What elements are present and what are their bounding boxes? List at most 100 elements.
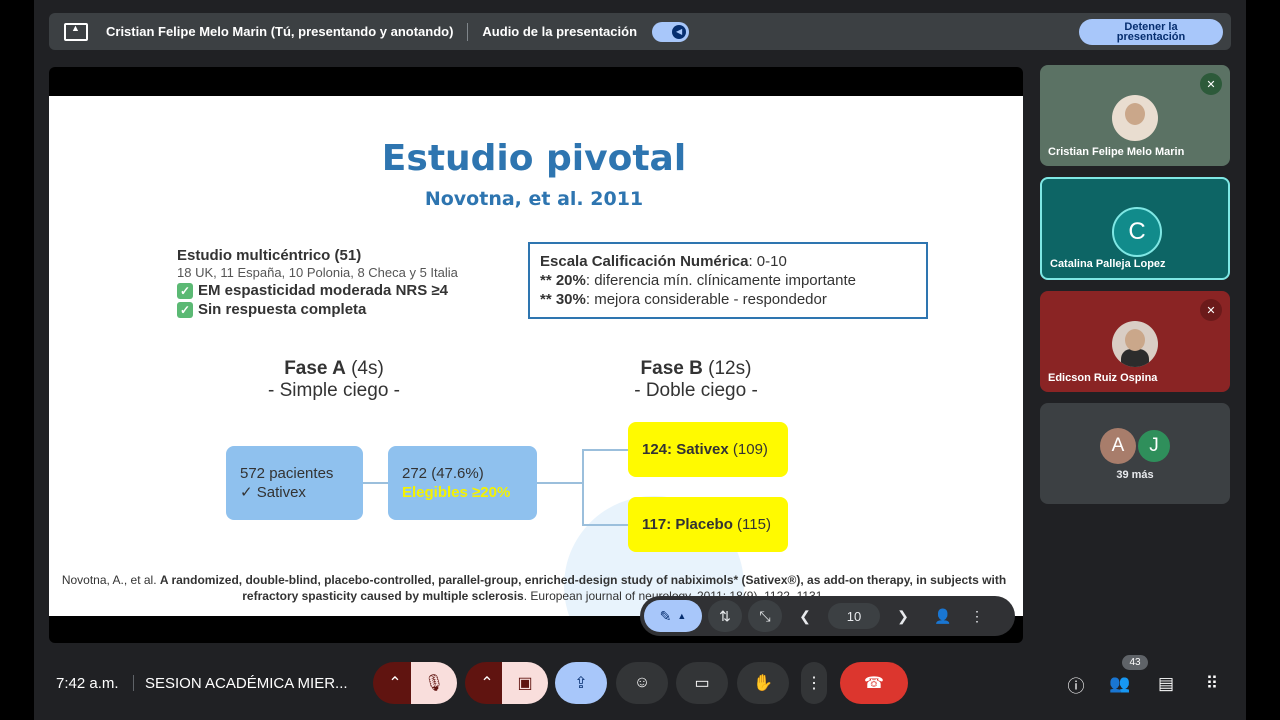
more-vert-icon: ⋮	[970, 607, 984, 624]
placebo-count: 117: Placebo	[642, 516, 733, 533]
scale-title: Escala Calificación Numérica: 0-10	[540, 252, 916, 271]
people-count-badge: 43	[1122, 655, 1148, 670]
chat-button[interactable]: ▤	[1154, 672, 1178, 696]
phase-b-heading: Fase B (12s) - Doble ciego -	[596, 358, 796, 402]
chevron-up-icon: ⌃	[480, 675, 494, 692]
info-icon: ⓘ	[1067, 676, 1085, 696]
activities-button[interactable]: ⠿	[1200, 672, 1224, 696]
presentation-stage: Estudio pivotal Novotna, et al. 2011 Est…	[49, 67, 1023, 643]
call-end-icon: ☎	[864, 675, 884, 692]
check-icon: ✓	[177, 301, 193, 318]
connector-line	[582, 524, 628, 526]
phase-a-title: Fase A (4s)	[234, 358, 434, 380]
people-icon: 👥	[1109, 674, 1131, 693]
scale-title-bold: Escala Calificación Numérica	[540, 253, 749, 270]
criterion-label: Sin respuesta completa	[198, 301, 367, 318]
leave-call-button[interactable]: ☎	[840, 662, 908, 704]
more-options-button[interactable]: ⋮	[801, 662, 827, 704]
phase-b-type: - Doble ciego -	[634, 380, 758, 401]
emoji-icon: ☺	[633, 674, 651, 691]
participant-tile[interactable]: ✕ Edicson Ruiz Ospina	[1040, 291, 1230, 392]
phase-a-name: Fase A	[284, 358, 346, 379]
scale-line-bold: ** 20%	[540, 272, 586, 289]
mic-off-icon: ✕	[1200, 299, 1222, 321]
participant-name: Cristian Felipe Melo Marin	[1048, 146, 1185, 158]
scale-line-rest: : diferencia mín. clínicamente important…	[585, 272, 856, 289]
presentation-audio-toggle[interactable]: ◀	[652, 21, 690, 42]
raise-hand-button[interactable]: ✋	[737, 662, 789, 704]
multicenter-title: Estudio multicéntrico (51)	[177, 247, 362, 264]
sativex-completed: (109)	[728, 441, 768, 458]
clock: 7:42 a.m.	[56, 675, 119, 692]
citation-authors: Novotna, A., et al.	[61, 573, 160, 587]
person-add-icon: 👤	[934, 607, 952, 624]
placebo-completed: (115)	[732, 516, 771, 533]
slide-more-options-button[interactable]: ⋮	[966, 600, 988, 632]
slide: Estudio pivotal Novotna, et al. 2011 Est…	[49, 96, 1023, 616]
slide-title: Estudio pivotal	[381, 138, 687, 179]
reactions-button[interactable]: ☺	[616, 662, 668, 704]
people-button[interactable]: 👥	[1108, 672, 1132, 696]
annotate-pen-button[interactable]: ✎ ▲	[644, 600, 702, 632]
avatar	[1112, 321, 1158, 367]
captions-button[interactable]: ▭	[676, 662, 728, 704]
meet-window: Cristian Felipe Melo Marin (Tú, presenta…	[34, 0, 1246, 720]
captions-icon: ▭	[694, 675, 710, 692]
phase-b-name: Fase B	[640, 358, 703, 379]
presenter-name: Cristian Felipe Melo Marin (Tú, presenta…	[106, 24, 454, 39]
participant-name: Edicson Ruiz Ospina	[1048, 372, 1158, 384]
mic-off-icon: ✕	[1200, 73, 1222, 95]
chevron-right-icon: ❯	[897, 607, 909, 624]
patients-treatment: ✓ Sativex	[240, 484, 306, 501]
connector-line	[582, 449, 628, 451]
present-now-button[interactable]: ⇪	[555, 662, 607, 704]
caret-up-icon: ▲	[677, 611, 687, 621]
avatar: C	[1112, 207, 1162, 257]
participant-tile-active-speaker[interactable]: C Catalina Palleja Lopez	[1040, 177, 1230, 280]
phase-b-title: Fase B (12s)	[596, 358, 796, 380]
camera-button[interactable]: ▣	[502, 662, 548, 704]
apps-grid-icon: ⠿	[1205, 674, 1219, 693]
divider	[133, 675, 134, 691]
presentation-audio-label: Audio de la presentación	[482, 24, 638, 39]
slide-subtitle: Novotna, et al. 2011	[424, 188, 644, 210]
phase-a-duration: (4s)	[345, 358, 384, 379]
next-slide-button[interactable]: ❯	[886, 600, 920, 632]
present-screen-icon	[64, 22, 88, 41]
patients-count: 572 pacientes	[240, 465, 334, 482]
patients-box: 572 pacientes ✓ Sativex	[226, 446, 363, 520]
presenting-bar: Cristian Felipe Melo Marin (Tú, presenta…	[49, 13, 1231, 50]
criterion-item: ✓ Sin respuesta completa	[177, 301, 458, 318]
minimize-button[interactable]: ⤡	[748, 600, 782, 632]
connector-line	[363, 482, 388, 484]
phase-a-type: - Simple ciego -	[268, 380, 400, 401]
avatar: A	[1100, 428, 1136, 464]
add-person-button[interactable]: 👤	[926, 600, 960, 632]
chat-icon: ▤	[1157, 674, 1175, 693]
check-icon: ✓	[177, 282, 193, 299]
avatar	[1112, 95, 1158, 141]
phase-a-heading: Fase A (4s) - Simple ciego -	[234, 358, 434, 402]
more-vert-icon: ⋮	[806, 675, 822, 692]
criterion-label: EM espasticidad moderada NRS ≥4	[198, 282, 448, 299]
previous-slide-button[interactable]: ❮	[788, 600, 822, 632]
participant-tile[interactable]: ✕ Cristian Felipe Melo Marin	[1040, 65, 1230, 166]
avatar: J	[1136, 428, 1172, 464]
scale-box: Escala Calificación Numérica: 0-10 ** 20…	[528, 242, 928, 319]
sativex-label: 124: Sativex (109)	[642, 440, 774, 459]
volume-icon: ◀	[672, 24, 687, 39]
phase-b-duration: (12s)	[702, 358, 752, 379]
sativex-box: 124: Sativex (109)	[628, 422, 788, 477]
microphone-button[interactable]: 🎙	[411, 662, 457, 704]
swap-layout-button[interactable]: ⇅	[708, 600, 742, 632]
mic-off-icon: 🎙	[423, 675, 445, 692]
pen-icon: ✎	[659, 607, 672, 624]
videocam-off-icon: ▣	[517, 675, 533, 692]
participant-name: Catalina Palleja Lopez	[1050, 258, 1166, 270]
stop-presenting-button[interactable]: Detener la presentación	[1079, 19, 1223, 45]
chevron-left-icon: ❮	[799, 607, 811, 624]
slide-page-number[interactable]: 10	[828, 603, 880, 629]
chevron-up-icon: ⌃	[388, 675, 402, 692]
meeting-info-button[interactable]: ⓘ	[1064, 672, 1088, 696]
more-participants-tile[interactable]: A J 39 más	[1040, 403, 1230, 504]
